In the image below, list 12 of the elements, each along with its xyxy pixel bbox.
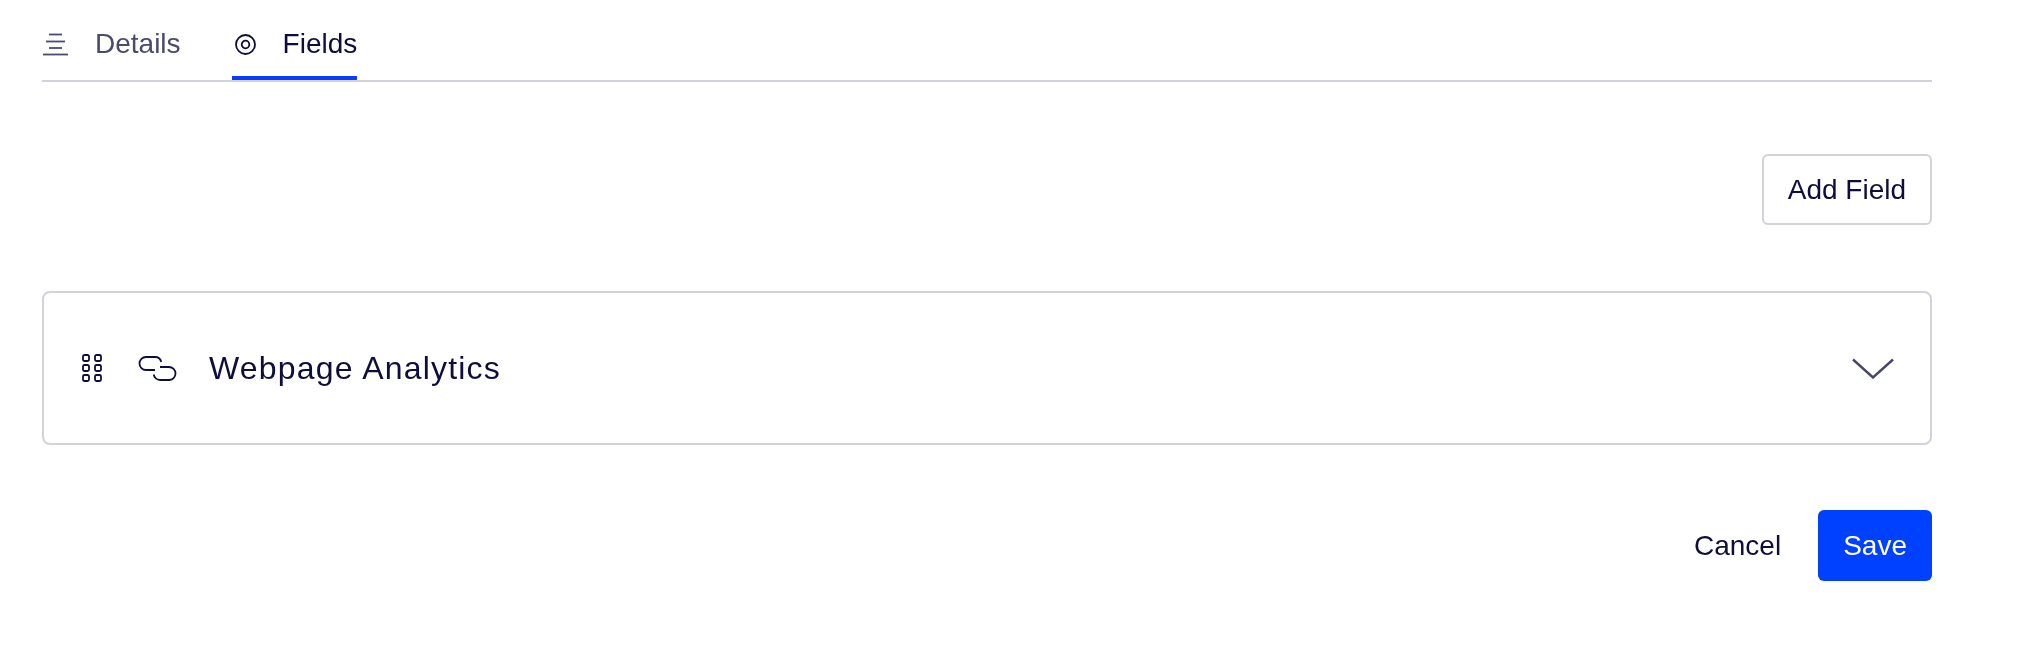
circle-dot-icon xyxy=(234,33,256,55)
field-row[interactable]: Webpage Analytics xyxy=(42,291,1932,445)
drag-handle-icon[interactable] xyxy=(82,354,102,382)
lines-icon xyxy=(43,32,68,56)
tab[interactable]: Fields xyxy=(231,0,358,80)
save-button[interactable]: Save xyxy=(1818,510,1932,581)
field-title: Webpage Analytics xyxy=(209,349,501,387)
chevron-icon[interactable] xyxy=(1852,357,1894,379)
cancel-button[interactable]: Cancel xyxy=(1690,510,1786,581)
tab[interactable]: Details xyxy=(42,0,181,80)
link-icon xyxy=(138,355,177,381)
add-field-button[interactable]: Add Field xyxy=(1761,154,1932,225)
